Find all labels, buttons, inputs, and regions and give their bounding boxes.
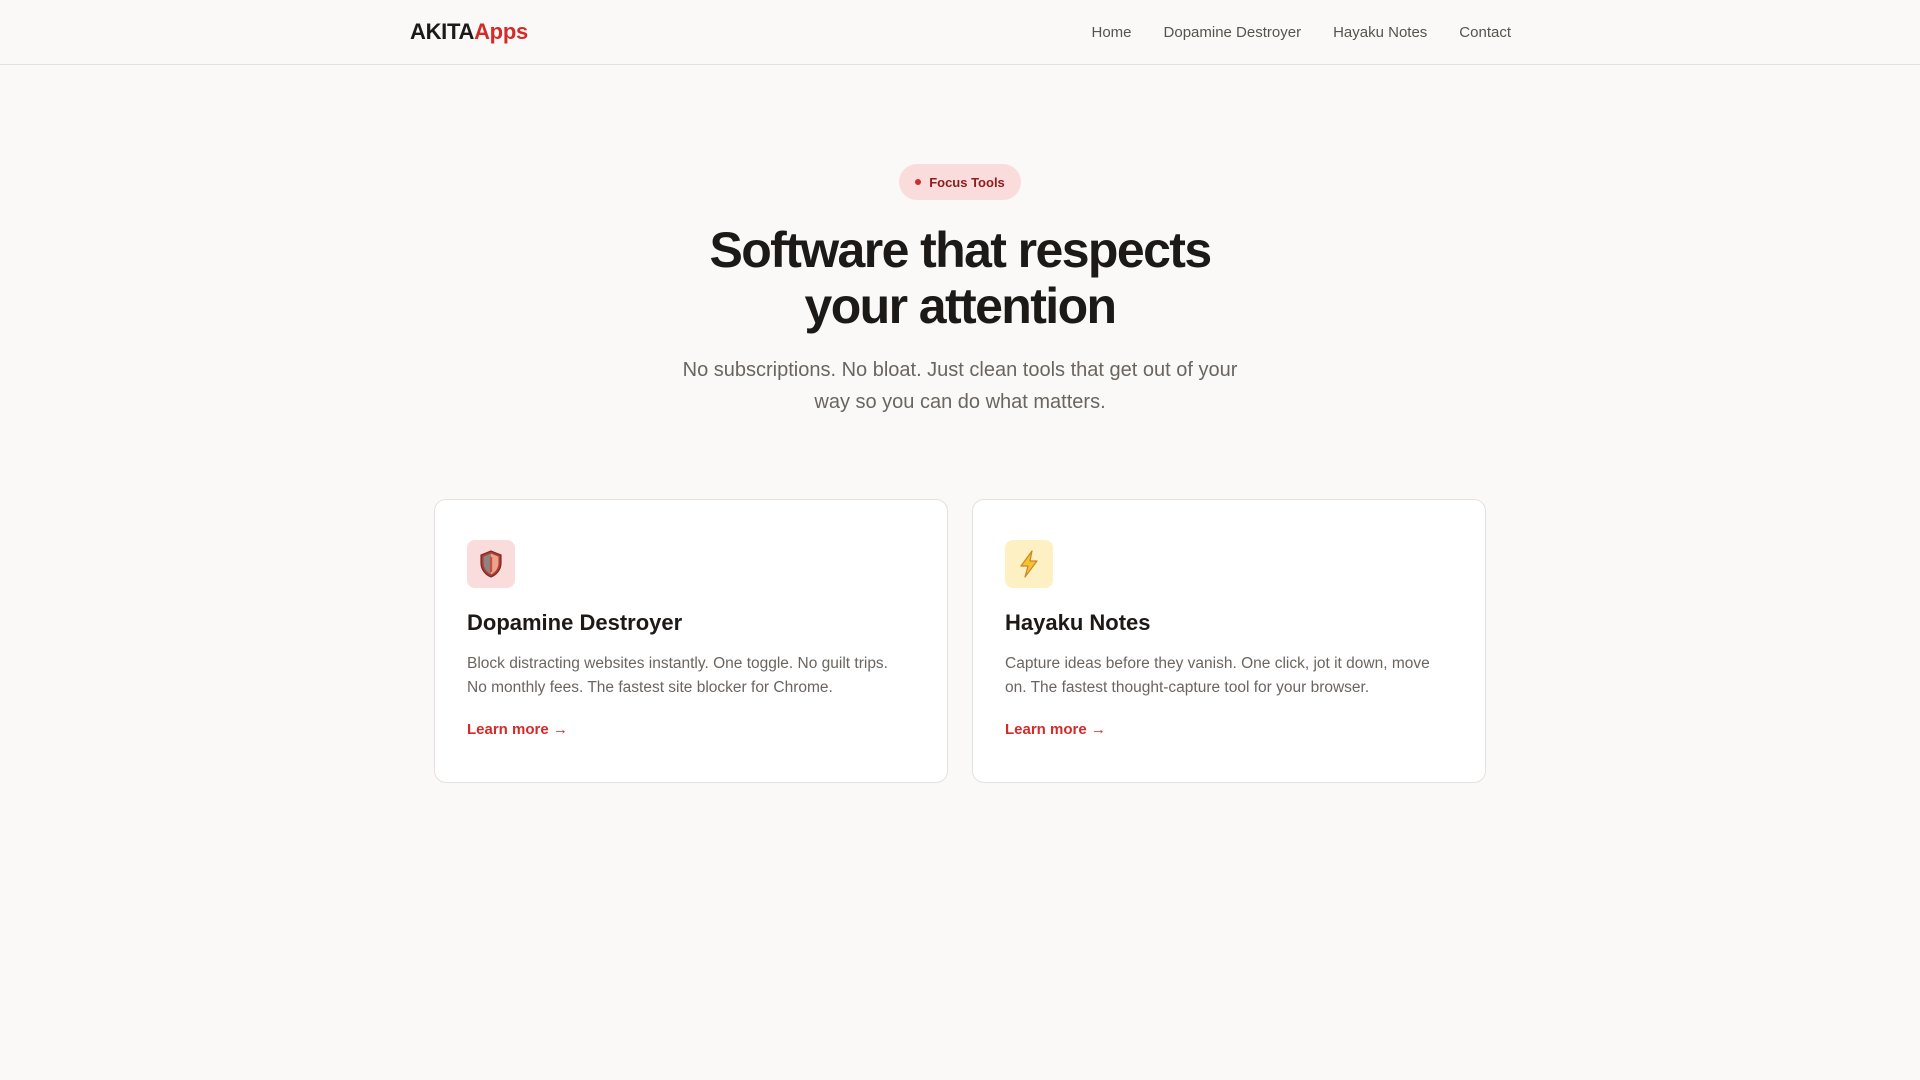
card-icon-box (1005, 540, 1053, 588)
nav-link-home[interactable]: Home (1092, 24, 1132, 41)
badge-label: Focus Tools (929, 174, 1005, 190)
lightning-bolt-icon (1020, 550, 1038, 578)
nav-links: Home Dopamine Destroyer Hayaku Notes Con… (1060, 24, 1512, 41)
focus-tools-badge: Focus Tools (899, 164, 1021, 200)
card-icon-box (467, 540, 515, 588)
shield-icon (480, 550, 502, 578)
top-navbar: AKITAApps Home Dopamine Destroyer Hayaku… (0, 0, 1920, 65)
hero-subtitle: No subscriptions. No bloat. Just clean t… (640, 354, 1280, 418)
hero-subtitle-line-1: No subscriptions. No bloat. Just clean t… (682, 359, 1238, 381)
hero-title-line-1: Software that respects (709, 222, 1212, 278)
card-description: Capture ideas before they vanish. One cl… (1005, 652, 1455, 700)
card-description-line-2: No monthly fees. The fastest site blocke… (467, 679, 833, 696)
hero-title: Software that respects your attention (560, 222, 1360, 334)
badge-dot-icon (915, 179, 922, 185)
product-card-dopamine-destroyer[interactable]: Dopamine Destroyer Block distracting web… (434, 499, 948, 783)
card-title: Dopamine Destroyer (467, 610, 683, 635)
nav-container: AKITAApps Home Dopamine Destroyer Hayaku… (410, 0, 1511, 64)
hero-title-line-2: your attention (804, 278, 1118, 334)
nav-link-hayaku-notes[interactable]: Hayaku Notes (1333, 24, 1427, 41)
logo-main-text: AKITA (410, 19, 475, 44)
site-logo[interactable]: AKITAApps (410, 19, 528, 45)
product-card-hayaku-notes[interactable]: Hayaku Notes Capture ideas before they v… (972, 499, 1486, 783)
card-title: Hayaku Notes (1005, 610, 1151, 635)
logo-accent-text: Apps (474, 19, 528, 44)
nav-link-contact[interactable]: Contact (1459, 24, 1511, 41)
learn-more-link[interactable]: Learn more → (1005, 721, 1106, 738)
learn-more-link[interactable]: Learn more → (467, 721, 568, 738)
card-description-line-1: Capture ideas before they vanish. One cl… (1005, 655, 1430, 672)
card-description-line-2: on. The fastest thought-capture tool for… (1005, 679, 1370, 696)
hero-subtitle-line-2: way so you can do what matters. (814, 391, 1106, 413)
card-description-line-1: Block distracting websites instantly. On… (467, 655, 888, 672)
nav-link-dopamine-destroyer[interactable]: Dopamine Destroyer (1164, 24, 1302, 41)
card-description: Block distracting websites instantly. On… (467, 652, 917, 700)
